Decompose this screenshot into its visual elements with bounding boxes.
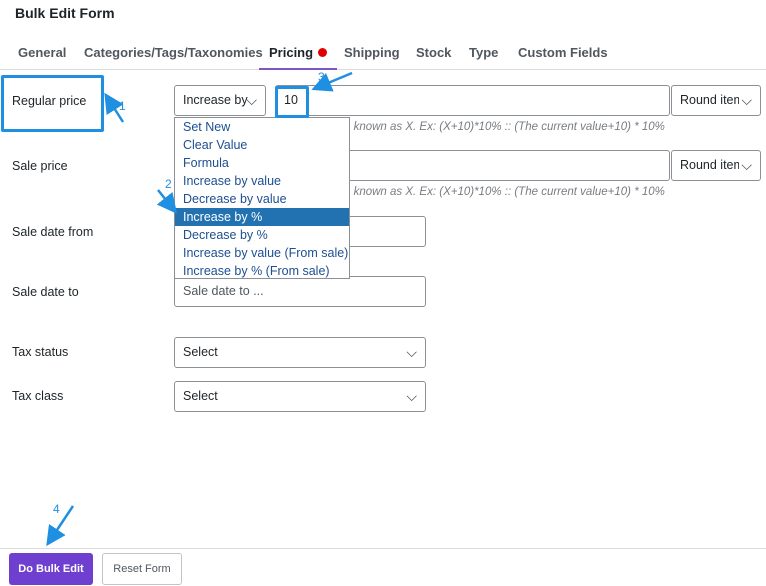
tax-status-select[interactable]: Select ⌵	[174, 337, 426, 368]
tax-status-value: Select	[183, 345, 218, 359]
tax-class-label: Tax class	[12, 389, 64, 403]
annotation-number-2: 2	[165, 177, 172, 191]
regular-price-round-value: Round item	[680, 93, 744, 107]
sale-price-label: Sale price	[12, 159, 68, 173]
tab-type[interactable]: Type	[469, 36, 498, 70]
option-increase-by-value[interactable]: Increase by value	[175, 172, 349, 190]
annotation-box-value-input	[275, 86, 309, 118]
do-bulk-edit-button[interactable]: Do Bulk Edit	[9, 553, 93, 585]
regular-price-hint: e known as X. Ex: (X+10)*10% :: (The cur…	[344, 121, 665, 133]
annotation-number-1: 1	[119, 99, 126, 113]
sale-date-to-label: Sale date to	[12, 285, 79, 299]
annotation-number-4: 4	[53, 502, 60, 516]
action-options-dropdown: Set New Clear Value Formula Increase by …	[174, 117, 350, 279]
chevron-down-icon: ⌵	[739, 151, 752, 180]
annotation-box-regular-price	[1, 75, 104, 132]
tax-class-select[interactable]: Select ⌵	[174, 381, 426, 412]
tab-shipping[interactable]: Shipping	[344, 36, 400, 70]
option-decrease-by-percent[interactable]: Decrease by %	[175, 226, 349, 244]
chevron-down-icon: ⌵	[739, 86, 752, 115]
sale-date-to-placeholder: Sale date to ...	[183, 284, 264, 298]
sale-date-to-input[interactable]: Sale date to ...	[174, 276, 426, 307]
tax-class-value: Select	[183, 389, 218, 403]
sale-price-round-select[interactable]: Round item ⌵	[671, 150, 761, 181]
regular-price-round-select[interactable]: Round item ⌵	[671, 85, 761, 116]
chevron-down-icon: ⌵	[406, 388, 417, 404]
chevron-down-icon: ⌵	[406, 344, 417, 360]
tab-categories-tags-taxonomies[interactable]: Categories/Tags/Taxonomies	[84, 36, 263, 70]
tab-stock[interactable]: Stock	[416, 36, 451, 70]
tab-bar: General Categories/Tags/Taxonomies Prici…	[0, 36, 766, 70]
option-increase-by-percent-from-sale[interactable]: Increase by % (From sale)	[175, 262, 349, 280]
tax-status-label: Tax status	[12, 345, 69, 359]
regular-price-value-input[interactable]: 10	[275, 85, 670, 116]
sale-price-hint: e known as X. Ex: (X+10)*10% :: (The cur…	[344, 186, 665, 198]
sale-date-from-label: Sale date from	[12, 225, 94, 239]
tab-pricing-label: Pricing	[269, 45, 314, 60]
chevron-down-icon: ⌵	[246, 92, 257, 108]
annotation-number-3: 3	[318, 70, 325, 84]
option-formula[interactable]: Formula	[175, 154, 349, 172]
annotation-arrow-2	[156, 189, 178, 214]
option-decrease-by-value[interactable]: Decrease by value	[175, 190, 349, 208]
sale-price-round-value: Round item	[680, 158, 744, 172]
regular-price-action-value: Increase by	[183, 93, 248, 107]
tab-custom-fields[interactable]: Custom Fields	[518, 36, 608, 70]
form-title: Bulk Edit Form	[15, 5, 115, 21]
regular-price-action-select[interactable]: Increase by ⌵	[174, 85, 266, 116]
tab-pricing[interactable]: Pricing	[259, 36, 338, 70]
reset-form-button[interactable]: Reset Form	[102, 553, 182, 585]
option-set-new[interactable]: Set New	[175, 118, 349, 136]
unsaved-indicator-dot	[318, 48, 328, 57]
option-clear-value[interactable]: Clear Value	[175, 136, 349, 154]
option-increase-by-percent[interactable]: Increase by %	[175, 208, 349, 226]
option-increase-by-value-from-sale[interactable]: Increase by value (From sale)	[175, 244, 349, 262]
tab-general[interactable]: General	[18, 36, 66, 70]
